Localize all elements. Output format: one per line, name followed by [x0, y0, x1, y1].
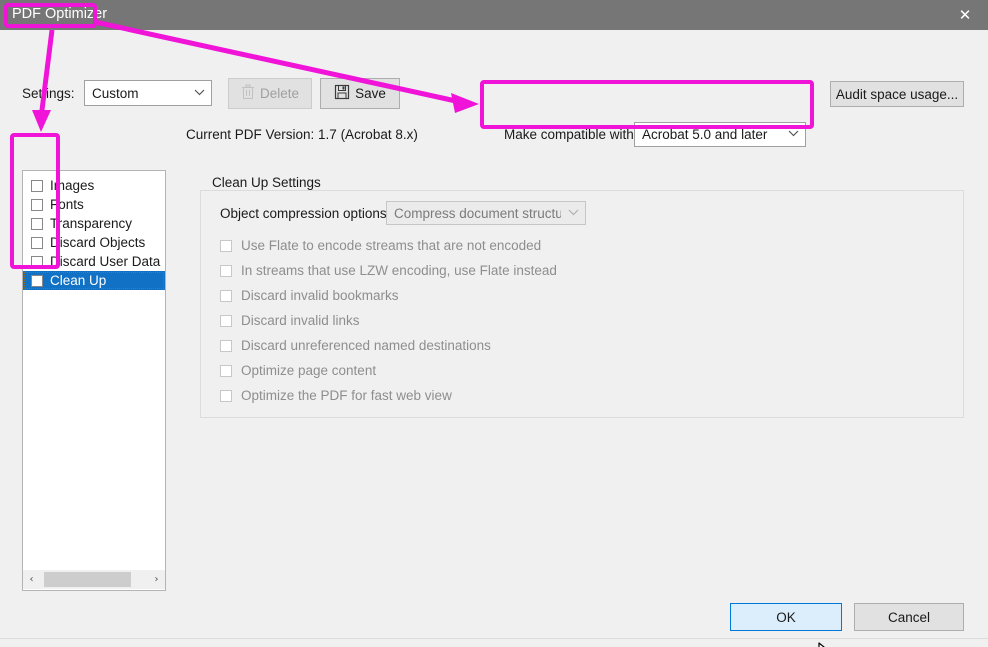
- make-compatible-dropdown[interactable]: Acrobat 5.0 and later: [634, 122, 806, 147]
- cleanup-option-label: Discard invalid bookmarks: [241, 288, 399, 303]
- checkbox-icon[interactable]: [220, 264, 232, 277]
- chevron-down-icon: [187, 88, 211, 99]
- cleanup-option-row[interactable]: Discard invalid links: [220, 313, 360, 328]
- current-pdf-version-text: Current PDF Version: 1.7 (Acrobat 8.x): [186, 127, 418, 142]
- checkbox-icon[interactable]: [31, 198, 43, 211]
- cleanup-option-label: Optimize the PDF for fast web view: [241, 388, 452, 403]
- checkbox-icon[interactable]: [220, 239, 232, 252]
- save-button-label: Save: [355, 86, 386, 101]
- settings-dropdown-value: Custom: [92, 85, 139, 101]
- checkbox-icon[interactable]: [220, 389, 232, 402]
- chevron-down-icon: [781, 129, 805, 140]
- make-compatible-value: Acrobat 5.0 and later: [642, 127, 768, 142]
- checkbox-icon[interactable]: [31, 179, 43, 192]
- floppy-disk-icon-glyph: [335, 84, 350, 100]
- title-bar: PDF Optimizer ✕: [0, 0, 988, 31]
- scroll-left-icon[interactable]: ‹: [23, 570, 40, 589]
- delete-button-label: Delete: [259, 86, 300, 101]
- cleanup-option-row[interactable]: Optimize the PDF for fast web view: [220, 388, 452, 403]
- horizontal-scrollbar[interactable]: ‹ ›: [23, 570, 165, 589]
- list-item[interactable]: Images: [23, 176, 165, 195]
- list-item[interactable]: Fonts: [23, 195, 165, 214]
- audit-space-usage-button[interactable]: Audit space usage...: [830, 81, 964, 107]
- floppy-disk-icon: [334, 84, 350, 103]
- chevron-down-glyph: [194, 89, 204, 95]
- scrollbar-thumb[interactable]: [44, 572, 131, 587]
- cleanup-option-label: Optimize page content: [241, 363, 377, 378]
- cleanup-option-label: In streams that use LZW encoding, use Fl…: [241, 263, 557, 278]
- list-item[interactable]: Clean Up: [23, 271, 165, 290]
- window-title: PDF Optimizer: [12, 6, 108, 22]
- list-item-label: Transparency: [50, 216, 133, 231]
- object-compression-label: Object compression options:: [220, 206, 391, 221]
- list-item[interactable]: Discard User Data: [23, 252, 165, 271]
- list-item[interactable]: Discard Objects: [23, 233, 165, 252]
- chevron-down-glyph: [568, 209, 578, 215]
- cleanup-option-row[interactable]: Optimize page content: [220, 363, 376, 378]
- scroll-right-icon[interactable]: ›: [148, 570, 165, 589]
- cursor-arrow-icon: [818, 642, 825, 647]
- list-item-label: Images: [50, 178, 95, 193]
- checkbox-icon[interactable]: [31, 255, 43, 268]
- pdf-optimizer-dialog: PDF Optimizer ✕ Settings: Custom Delete …: [0, 0, 988, 647]
- dialog-body: Settings: Custom Delete Save Audit space…: [0, 30, 988, 647]
- list-item-label: Discard User Data: [50, 254, 161, 269]
- cleanup-option-label: Discard unreferenced named destinations: [241, 338, 491, 353]
- cleanup-settings-title: Clean Up Settings: [207, 175, 326, 190]
- cleanup-option-row[interactable]: Use Flate to encode streams that are not…: [220, 238, 541, 253]
- trash-icon-glyph: [241, 84, 254, 99]
- mouse-cursor: [818, 642, 838, 647]
- close-icon[interactable]: ✕: [942, 0, 988, 30]
- checkbox-icon[interactable]: [220, 314, 232, 327]
- cleanup-option-row[interactable]: Discard unreferenced named destinations: [220, 338, 491, 353]
- list-item-label: Discard Objects: [50, 235, 146, 250]
- object-compression-value: Compress document structure: [394, 205, 561, 221]
- checkbox-icon[interactable]: [220, 289, 232, 302]
- checkbox-icon[interactable]: [31, 236, 43, 249]
- panel-list[interactable]: Images Fonts Transparency Discard Objects Di…: [22, 170, 166, 591]
- cleanup-option-row[interactable]: In streams that use LZW encoding, use Fl…: [220, 263, 557, 278]
- checkbox-icon[interactable]: [31, 217, 43, 230]
- chevron-down-icon: [561, 208, 585, 219]
- chevron-down-glyph: [788, 130, 798, 137]
- checkbox-icon[interactable]: [31, 274, 43, 287]
- settings-dropdown[interactable]: Custom: [84, 80, 212, 106]
- cleanup-option-label: Discard invalid links: [241, 313, 360, 328]
- trash-icon: [241, 84, 255, 103]
- cleanup-option-row[interactable]: Discard invalid bookmarks: [220, 288, 399, 303]
- ok-button[interactable]: OK: [730, 603, 842, 631]
- delete-button[interactable]: Delete: [228, 78, 312, 109]
- cancel-button[interactable]: Cancel: [854, 603, 964, 631]
- list-item-label: Fonts: [50, 197, 84, 212]
- save-button[interactable]: Save: [320, 78, 400, 109]
- list-item-label: Clean Up: [50, 273, 107, 288]
- footer-separator: [0, 638, 988, 639]
- checkbox-icon[interactable]: [220, 339, 232, 352]
- cleanup-option-label: Use Flate to encode streams that are not…: [241, 238, 542, 253]
- make-compatible-label: Make compatible with:: [504, 127, 638, 142]
- settings-label: Settings:: [22, 86, 75, 101]
- object-compression-dropdown[interactable]: Compress document structure: [386, 201, 586, 225]
- list-item[interactable]: Transparency: [23, 214, 165, 233]
- checkbox-icon[interactable]: [220, 364, 232, 377]
